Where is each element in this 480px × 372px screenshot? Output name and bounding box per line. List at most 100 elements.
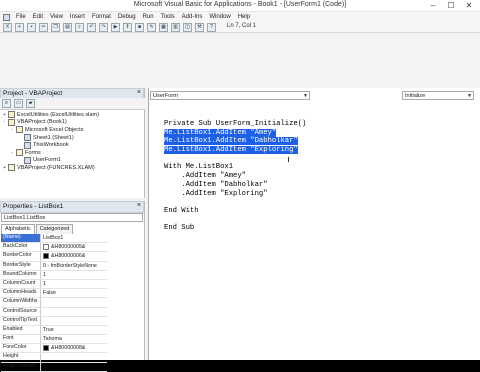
menu-item-addins[interactable]: Add-Ins [182, 14, 203, 20]
object-combo[interactable]: UserForm ▼ [150, 90, 310, 100]
undo-icon[interactable]: ↶ [87, 22, 96, 32]
menu-item-insert[interactable]: Insert [70, 14, 85, 20]
find-icon[interactable]: ⌕ [75, 22, 84, 32]
tree-node-label: Sheet1 (Sheet1) [33, 134, 74, 141]
tree-node[interactable]: UserForm1 [0, 156, 145, 165]
paste-icon[interactable]: ▤ [63, 22, 72, 32]
project-icon [8, 111, 15, 119]
property-value[interactable]: &H80000006& [41, 252, 85, 260]
property-row[interactable]: ColumnCount 1 [1, 279, 107, 290]
property-row[interactable]: ControlSource [1, 307, 107, 317]
expander-icon[interactable]: - [11, 150, 15, 156]
property-row[interactable]: Font Tahoma [1, 335, 107, 345]
expander-icon[interactable]: + [3, 112, 7, 118]
tab-categorized[interactable]: Categorized [35, 223, 74, 234]
run-icon[interactable]: ▶ [111, 22, 120, 32]
cut-icon[interactable]: ✂ [39, 22, 48, 32]
reset-icon[interactable]: ■ [135, 22, 144, 32]
property-value[interactable]: 1 [41, 280, 46, 288]
property-row[interactable]: Enabled True [1, 325, 107, 336]
properties-window-icon[interactable]: ▥ [171, 22, 180, 32]
expander-icon[interactable]: + [3, 165, 7, 171]
property-row[interactable]: ColumnWidths [1, 298, 107, 308]
insert-userform-icon[interactable]: + [15, 22, 24, 32]
copy-icon[interactable]: ❐ [51, 22, 60, 32]
break-icon[interactable]: ‖ [123, 22, 132, 32]
minimize-button[interactable]: – [424, 0, 442, 12]
property-value[interactable]: False [41, 289, 56, 297]
property-value-text: 1 [43, 271, 46, 278]
menu-item-view[interactable]: View [50, 14, 63, 20]
code-editor[interactable]: Private Sub UserForm_Initialize() Me.List… [164, 120, 306, 233]
menu-item-format[interactable]: Format [92, 14, 111, 20]
property-name: HelpContextID [1, 362, 41, 371]
property-value[interactable]: Tahoma [41, 335, 62, 343]
property-value-text: 0 - fmBorderStyleNone [43, 262, 97, 269]
view-object-icon[interactable]: ▭ [14, 99, 23, 108]
tree-node[interactable]: + VBAProject (FUNCRES.XLAM) [0, 164, 145, 172]
property-value[interactable]: ListBox1 [41, 234, 63, 242]
procedure-combo[interactable]: Initialize ▼ [402, 90, 474, 100]
view-excel-icon[interactable]: X [3, 22, 12, 32]
object-browser-icon[interactable]: ◫ [183, 22, 192, 32]
project-explorer-icon[interactable]: ▦ [159, 22, 168, 32]
tree-node[interactable]: - Microsoft Excel Objects [0, 126, 145, 134]
module-icon [24, 141, 31, 149]
property-value[interactable] [41, 317, 43, 325]
chevron-down-icon: ▼ [303, 92, 308, 99]
maximize-button[interactable]: ☐ [442, 0, 460, 12]
design-mode-icon[interactable]: ✎ [147, 22, 156, 32]
property-value[interactable] [41, 353, 43, 361]
property-value[interactable]: &H80000008& [41, 344, 85, 352]
object-selector[interactable]: ListBox1 ListBox [1, 213, 143, 222]
properties-tabs: Alphabetic Categorized [1, 223, 74, 234]
code-line: Me.ListBox1.AddItem "Dabholkar" [164, 137, 306, 146]
redo-icon[interactable]: ↷ [99, 22, 108, 32]
close-icon[interactable]: × [137, 88, 141, 97]
menu-item-tools[interactable]: Tools [161, 14, 175, 20]
save-icon[interactable]: ▪ [27, 22, 36, 32]
expander-icon[interactable]: - [11, 127, 15, 133]
close-button[interactable]: ✕ [460, 0, 478, 12]
property-row[interactable]: ControlTipText [1, 316, 107, 326]
property-row[interactable]: BorderColor &H80000006& [1, 252, 107, 262]
view-code-icon[interactable]: ≡ [2, 99, 11, 108]
close-icon[interactable]: × [137, 201, 141, 210]
tree-node[interactable]: + ExcelUtilities (ExcelUtilities.xlam) [0, 111, 145, 119]
property-value[interactable] [41, 308, 43, 316]
property-row[interactable]: HelpContextID [1, 362, 107, 372]
tree-node[interactable]: - VBAProject (Book1) [0, 118, 145, 127]
menu-item-debug[interactable]: Debug [118, 14, 136, 20]
menu-item-file[interactable]: File [16, 14, 26, 20]
tree-node[interactable]: - Forms [0, 149, 145, 157]
property-value-text: ListBox1 [43, 235, 64, 242]
property-value[interactable]: 1 [41, 271, 46, 279]
menu-items: File Edit View Insert Format Debug Run Tools Add… [16, 14, 257, 20]
tree-node[interactable]: ThisWorkbook [0, 141, 145, 149]
property-row[interactable]: ForeColor &H80000008& [1, 344, 107, 354]
property-value[interactable] [41, 298, 43, 306]
color-swatch-icon [43, 253, 49, 260]
property-value[interactable]: &H80000005& [41, 243, 85, 251]
toolbox-icon[interactable]: ⚒ [195, 22, 204, 32]
help-icon[interactable]: ? [207, 22, 216, 32]
toggle-folders-icon[interactable]: ▰ [26, 99, 35, 108]
property-row[interactable]: BoundColumn 1 [1, 270, 107, 280]
excel-icon[interactable] [3, 13, 10, 21]
property-row[interactable]: (Name) ListBox1 [1, 234, 107, 244]
property-row[interactable]: BorderStyle 0 - fmBorderStyleNone [1, 261, 107, 271]
property-value[interactable] [41, 363, 43, 371]
property-row[interactable]: ColumnHeads False [1, 289, 107, 299]
menu-item-window[interactable]: Window [209, 14, 230, 20]
property-value[interactable]: True [41, 326, 54, 334]
property-row[interactable]: BackColor &H80000005& [1, 243, 107, 253]
property-name: BackColor [1, 243, 41, 252]
menu-item-help[interactable]: Help [238, 14, 250, 20]
tab-alphabetic[interactable]: Alphabetic [1, 223, 35, 234]
expander-icon[interactable]: - [3, 119, 7, 125]
menu-item-edit[interactable]: Edit [33, 14, 43, 20]
property-value[interactable]: 0 - fmBorderStyleNone [41, 262, 97, 270]
menu-item-run[interactable]: Run [143, 14, 154, 20]
tree-node[interactable]: Sheet1 (Sheet1) [0, 134, 145, 142]
property-row[interactable]: Height [1, 353, 107, 363]
